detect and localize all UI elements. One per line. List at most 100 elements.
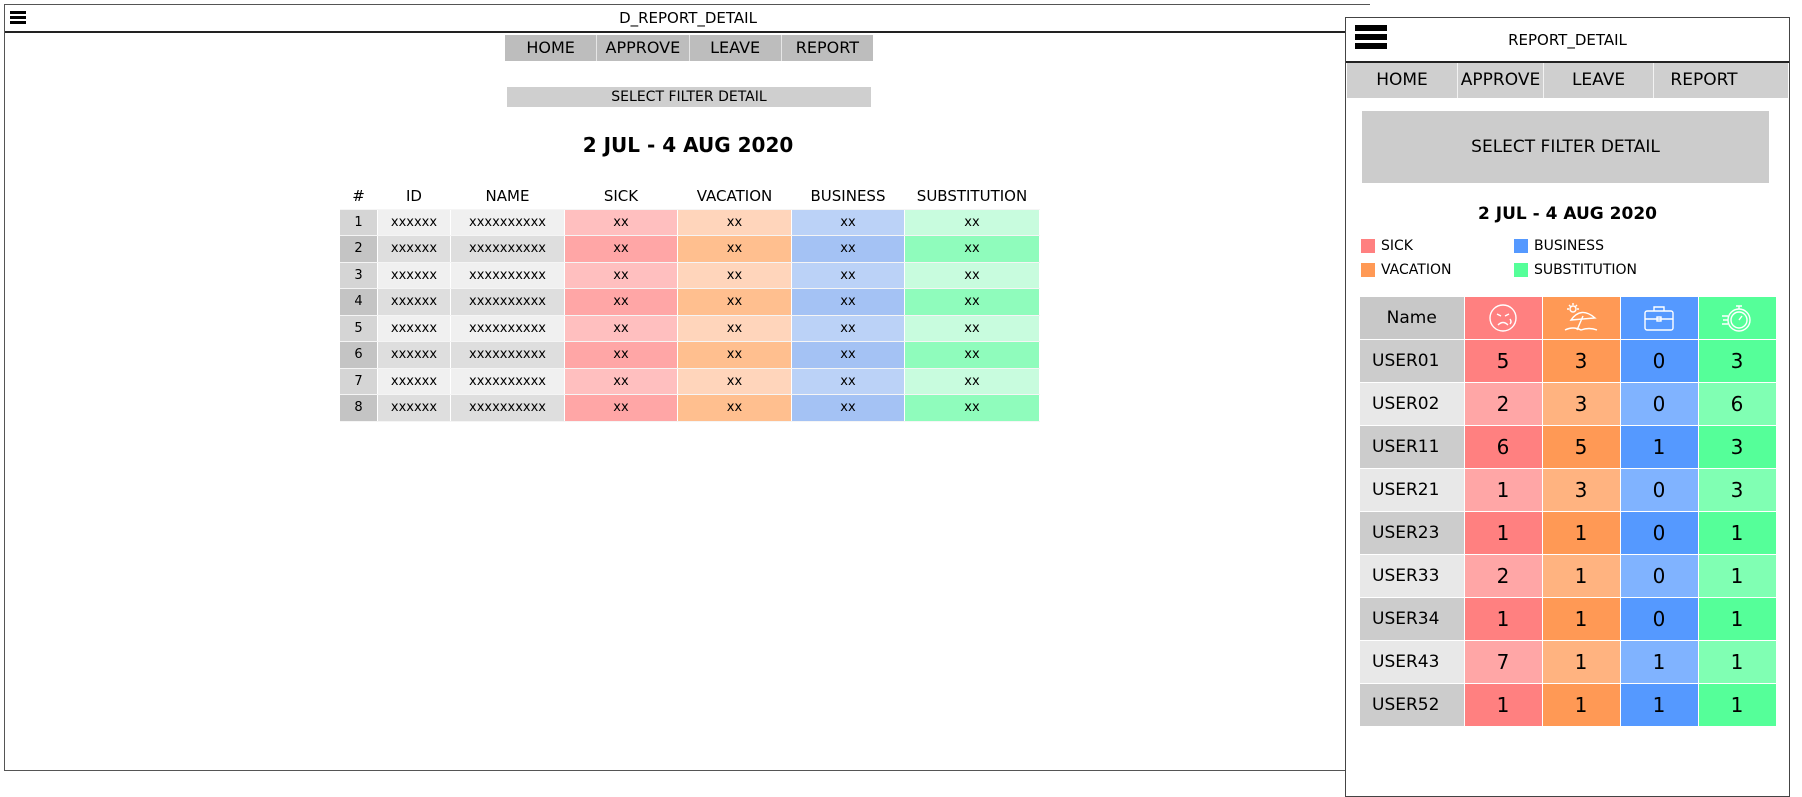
table-row: USER52 1 1 1 1	[1360, 683, 1777, 727]
nav-leave[interactable]: LEAVE	[690, 35, 782, 61]
cell-sick: 1	[1464, 468, 1543, 512]
legend-label: SUBSTITUTION	[1534, 262, 1638, 278]
cell-user: USER23	[1360, 511, 1465, 555]
cell-sick: 2	[1464, 382, 1543, 426]
cell-substitution: 3	[1698, 468, 1777, 512]
nav-approve[interactable]: APPROVE	[597, 35, 690, 61]
nav-report[interactable]: REPORT	[1654, 63, 1754, 98]
cell-id: xxxxxx	[377, 368, 451, 395]
cell-sick: 6	[1464, 425, 1543, 469]
select-filter-button[interactable]: SELECT FILTER DETAIL	[1362, 111, 1769, 183]
col-header-substitution: SUBSTITUTION	[904, 183, 1040, 210]
nav-home[interactable]: HOME	[1347, 63, 1458, 98]
nav-report[interactable]: REPORT	[782, 35, 873, 61]
briefcase-icon	[1644, 306, 1674, 331]
desktop-window: D_REPORT_DETAIL HOME APPROVE LEAVE REPOR…	[4, 4, 1370, 771]
table-row: 4 xxxxxx xxxxxxxxxx xx xx xx xx	[340, 288, 1040, 316]
cell-business: xx	[791, 315, 905, 342]
cell-id: xxxxxx	[377, 288, 451, 316]
cell-sick: xx	[564, 209, 678, 236]
cell-substitution: 6	[1698, 382, 1777, 426]
col-header-name: NAME	[450, 183, 565, 210]
mobile-window: REPORT_DETAIL HOME APPROVE LEAVE REPORT …	[1345, 17, 1790, 797]
cell-index: 2	[340, 235, 378, 263]
cell-user: USER21	[1360, 468, 1465, 512]
cell-vacation: xx	[677, 262, 792, 289]
nav-leave[interactable]: LEAVE	[1544, 63, 1654, 98]
table-row: USER21 1 3 0 3	[1360, 468, 1777, 512]
col-header-sick	[1464, 297, 1543, 340]
cell-vacation: xx	[677, 288, 792, 316]
cell-substitution: xx	[904, 209, 1040, 236]
cell-name: xxxxxxxxxx	[450, 262, 565, 289]
table-row: 1 xxxxxx xxxxxxxxxx xx xx xx xx	[340, 209, 1040, 236]
cell-user: USER43	[1360, 640, 1465, 684]
cell-vacation: xx	[677, 341, 792, 369]
table-row: 6 xxxxxx xxxxxxxxxx xx xx xx xx	[340, 341, 1040, 369]
table-row: USER33 2 1 0 1	[1360, 554, 1777, 598]
cell-business: 0	[1620, 468, 1699, 512]
cell-business: 0	[1620, 382, 1699, 426]
cell-vacation: xx	[677, 235, 792, 263]
beach-umbrella-icon	[1564, 303, 1598, 331]
legend-label: VACATION	[1381, 262, 1452, 278]
table-row: USER23 1 1 0 1	[1360, 511, 1777, 555]
cell-user: USER52	[1360, 683, 1465, 727]
cell-business: xx	[791, 262, 905, 289]
desktop-title: D_REPORT_DETAIL	[619, 9, 757, 27]
cell-user: USER01	[1360, 339, 1465, 383]
select-filter-button[interactable]: SELECT FILTER DETAIL	[507, 87, 871, 107]
cell-substitution: 1	[1698, 683, 1777, 727]
mobile-nav: HOME APPROVE LEAVE REPORT	[1347, 63, 1788, 98]
stopwatch-icon	[1722, 305, 1751, 332]
legend-swatch-substitution	[1514, 263, 1528, 277]
cell-vacation: 3	[1542, 382, 1621, 426]
table-row: 8 xxxxxx xxxxxxxxxx xx xx xx xx	[340, 394, 1040, 422]
cell-substitution: xx	[904, 288, 1040, 316]
table-row: 7 xxxxxx xxxxxxxxxx xx xx xx xx	[340, 368, 1040, 395]
cell-vacation: 1	[1542, 597, 1621, 641]
legend-item-vacation: VACATION	[1361, 262, 1451, 278]
mobile-titlebar: REPORT_DETAIL	[1346, 18, 1789, 63]
cell-vacation: xx	[677, 368, 792, 395]
cell-substitution: 3	[1698, 425, 1777, 469]
cell-business: 1	[1620, 683, 1699, 727]
mobile-title: REPORT_DETAIL	[1508, 31, 1627, 49]
cell-name: xxxxxxxxxx	[450, 235, 565, 263]
table-row: USER02 2 3 0 6	[1360, 382, 1777, 426]
cell-name: xxxxxxxxxx	[450, 209, 565, 236]
legend-label: BUSINESS	[1534, 238, 1604, 254]
table-row: USER34 1 1 0 1	[1360, 597, 1777, 641]
legend-item-business: BUSINESS	[1514, 238, 1604, 254]
cell-name: xxxxxxxxxx	[450, 394, 565, 422]
cell-user: USER34	[1360, 597, 1465, 641]
table-row: 5 xxxxxx xxxxxxxxxx xx xx xx xx	[340, 315, 1040, 342]
desktop-report-table: # ID NAME SICK VACATION BUSINESS SUBSTIT…	[340, 183, 1040, 422]
col-header-index: #	[340, 183, 378, 210]
col-header-name: Name	[1360, 297, 1465, 340]
cell-substitution: 3	[1698, 339, 1777, 383]
cell-id: xxxxxx	[377, 341, 451, 369]
cell-sick: xx	[564, 288, 678, 316]
table-row: 2 xxxxxx xxxxxxxxxx xx xx xx xx	[340, 235, 1040, 263]
cell-vacation: 1	[1542, 683, 1621, 727]
cell-vacation: xx	[677, 209, 792, 236]
legend-item-sick: SICK	[1361, 238, 1413, 254]
table-row: USER43 7 1 1 1	[1360, 640, 1777, 684]
cell-substitution: 1	[1698, 511, 1777, 555]
sick-face-icon	[1489, 304, 1517, 332]
cell-sick: xx	[564, 315, 678, 342]
cell-name: xxxxxxxxxx	[450, 368, 565, 395]
cell-sick: xx	[564, 262, 678, 289]
cell-name: xxxxxxxxxx	[450, 288, 565, 316]
cell-sick: xx	[564, 394, 678, 422]
cell-sick: 5	[1464, 339, 1543, 383]
nav-home[interactable]: HOME	[505, 35, 598, 61]
nav-approve[interactable]: APPROVE	[1458, 63, 1544, 98]
cell-sick: 1	[1464, 511, 1543, 555]
legend-item-substitution: SUBSTITUTION	[1514, 262, 1637, 278]
cell-user: USER33	[1360, 554, 1465, 598]
cell-substitution: xx	[904, 235, 1040, 263]
cell-sick: xx	[564, 341, 678, 369]
col-header-vacation: VACATION	[677, 183, 792, 210]
